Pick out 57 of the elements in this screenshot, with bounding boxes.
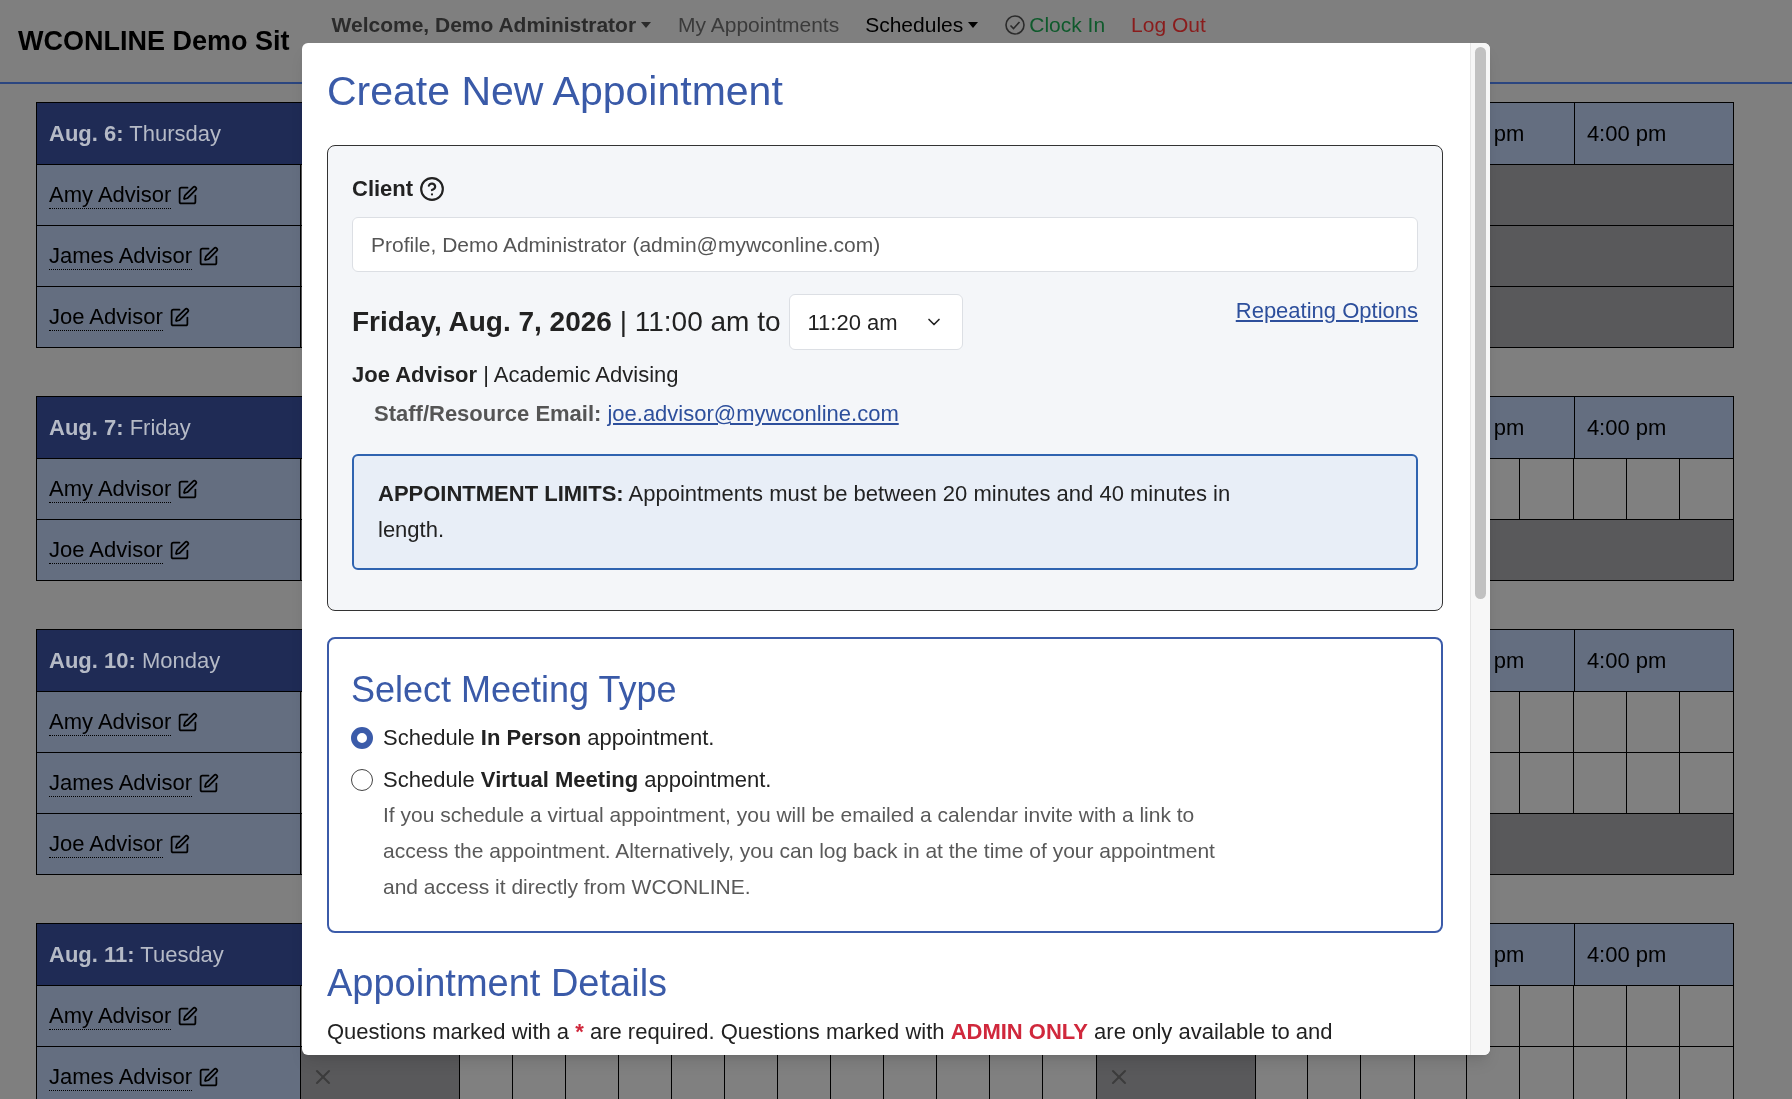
advisor-link[interactable]: Amy Advisor <box>49 708 172 736</box>
dialog-title: Create New Appointment <box>327 67 784 116</box>
repeating-options-link[interactable]: Repeating Options <box>1235 294 1418 327</box>
nav-link[interactable]: Schedules <box>865 9 980 41</box>
radio-button[interactable] <box>351 769 373 791</box>
nav-link[interactable]: My Appointments <box>678 9 840 41</box>
client-label: Client <box>352 175 414 203</box>
nav-link[interactable]: Welcome, Demo Administrator <box>331 9 653 41</box>
advisor-link[interactable]: Joe Advisor <box>49 536 163 564</box>
edit-icon[interactable] <box>177 184 199 206</box>
day-header: Aug. 11: Tuesday <box>37 924 301 985</box>
email-link[interactable]: joe.advisor@mywconline.com <box>607 397 899 430</box>
end-time-select[interactable]: 11:20 am <box>788 294 963 350</box>
edit-icon[interactable] <box>177 1005 199 1027</box>
advisor-text: Joe Advisor | Academic Advising <box>352 361 680 389</box>
advisor-link[interactable]: James Advisor <box>49 769 193 797</box>
advisor-link[interactable]: James Advisor <box>49 1063 193 1091</box>
time-header: 4:00 pm <box>1573 924 1733 985</box>
required-note: Questions marked with a * are required. Questions marked with ADMIN ONLY are only available to and <box>327 1018 1334 1046</box>
advisor-link[interactable]: Joe Advisor <box>49 303 163 331</box>
scrollbar-thumb[interactable] <box>1475 47 1486 599</box>
radio-label[interactable]: Schedule Virtual Meeting appointment. <box>383 763 772 797</box>
edit-icon[interactable] <box>198 772 220 794</box>
caret-icon <box>967 20 980 29</box>
advisor-link[interactable]: Amy Advisor <box>49 475 172 503</box>
radio-button[interactable] <box>351 727 373 749</box>
advisor-link[interactable]: Joe Advisor <box>49 830 163 858</box>
day-header: Aug. 6: Thursday <box>37 103 301 164</box>
section-title: Select Meeting Type <box>351 668 678 712</box>
edit-icon[interactable] <box>198 245 220 267</box>
time-header: 4:00 pm <box>1573 397 1733 458</box>
edit-icon[interactable] <box>168 539 190 561</box>
check-circle-icon <box>1005 14 1026 35</box>
section-title: Appointment Details <box>327 961 669 1006</box>
advisor-link[interactable]: Amy Advisor <box>49 1002 172 1030</box>
date-time-text: Friday, Aug. 7, 2026 | 11:00 am to <box>352 305 781 339</box>
client-field[interactable]: Profile, Demo Administrator (admin@mywconline.com) <box>352 217 1418 272</box>
nav-link[interactable]: Log Out <box>1131 9 1206 41</box>
email-label: Staff/Resource Email: <box>374 400 602 428</box>
limits-text: APPOINTMENT LIMITS: Appointments must be between 20 minutes and 40 minutes in length. <box>378 480 1232 544</box>
time-header: 4:00 pm <box>1573 630 1733 691</box>
advisor-link[interactable]: Amy Advisor <box>49 181 172 209</box>
nav-link[interactable]: Clock In <box>1005 9 1106 41</box>
advisor-link[interactable]: James Advisor <box>49 242 193 270</box>
caret-icon <box>640 20 653 29</box>
edit-icon[interactable] <box>168 833 190 855</box>
site-title: WCONLINE Demo Sit <box>18 24 290 58</box>
option-description: If you schedule a virtual appointment, you will be emailed a calendar invite with a link to access the appointment. Alternatively, you can log back in at the time of your appointment and access it directly from WCONLINE. <box>383 802 1216 900</box>
help-icon[interactable] <box>419 175 446 202</box>
edit-icon[interactable] <box>168 306 190 328</box>
day-header: Aug. 10: Monday <box>37 630 301 691</box>
time-header: 4:00 pm <box>1573 103 1733 164</box>
radio-label[interactable]: Schedule In Person appointment. <box>383 721 715 755</box>
edit-icon[interactable] <box>177 711 199 733</box>
day-header: Aug. 7: Friday <box>37 397 301 458</box>
edit-icon[interactable] <box>177 478 199 500</box>
edit-icon[interactable] <box>198 1066 220 1088</box>
